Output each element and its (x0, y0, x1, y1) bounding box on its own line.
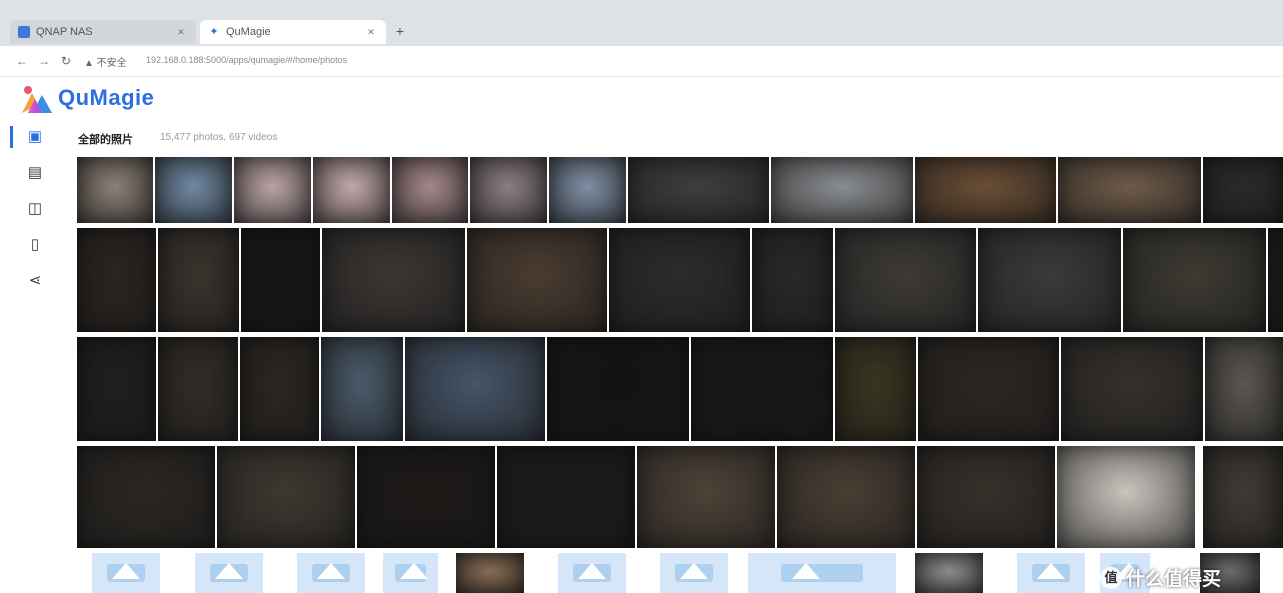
photo-thumbnail[interactable] (77, 228, 156, 332)
photo-thumbnail[interactable] (77, 446, 215, 548)
photo-placeholder-thumbnail[interactable] (1017, 553, 1085, 593)
photo-thumbnail[interactable] (1203, 157, 1283, 223)
photo-thumbnail[interactable] (467, 228, 607, 332)
photo-thumbnail[interactable] (549, 157, 626, 223)
photo-thumbnail[interactable] (609, 228, 750, 332)
photo-thumbnail[interactable] (155, 157, 232, 223)
photo-thumbnail[interactable] (321, 337, 403, 441)
photo-thumbnail[interactable] (918, 337, 1059, 441)
photo-thumbnail[interactable] (1203, 446, 1283, 548)
photo-thumbnail[interactable] (405, 337, 545, 441)
photo-thumbnail[interactable] (357, 446, 495, 548)
photo-thumbnail[interactable] (691, 337, 833, 441)
photo-placeholder-thumbnail[interactable] (748, 553, 896, 593)
photo-thumbnail[interactable] (322, 228, 465, 332)
album-count: 15,477 photos, 697 videos (160, 132, 278, 143)
photo-thumbnail[interactable] (547, 337, 689, 441)
photo-thumbnail[interactable] (917, 446, 1055, 548)
photo-thumbnail[interactable] (77, 337, 156, 441)
photo-thumbnail[interactable] (217, 446, 355, 548)
photo-thumbnail[interactable] (158, 228, 239, 332)
photo-thumbnail[interactable] (637, 446, 775, 548)
photo-thumbnail[interactable] (1268, 228, 1283, 332)
photo-thumbnail[interactable] (915, 157, 1056, 223)
photo-thumbnail[interactable] (1205, 337, 1283, 441)
photo-placeholder-thumbnail[interactable] (558, 553, 626, 593)
watermark-badge: 值 (1100, 566, 1122, 589)
photo-thumbnail[interactable] (392, 157, 468, 223)
photo-thumbnail[interactable] (1058, 157, 1201, 223)
photo-placeholder-thumbnail[interactable] (660, 553, 728, 593)
photo-thumbnail[interactable] (978, 228, 1121, 332)
photo-thumbnail[interactable] (1057, 446, 1195, 548)
photo-placeholder-thumbnail[interactable] (297, 553, 365, 593)
photo-thumbnail[interactable] (1061, 337, 1203, 441)
photo-thumbnail[interactable] (456, 553, 524, 593)
photo-thumbnail[interactable] (241, 228, 320, 332)
photo-thumbnail[interactable] (915, 553, 983, 593)
photo-thumbnail[interactable] (628, 157, 769, 223)
photo-placeholder-thumbnail[interactable] (195, 553, 263, 593)
watermark-text: 什么值得买 (1126, 569, 1222, 590)
watermark: 值 什么值得买 (1100, 562, 1283, 593)
photo-thumbnail[interactable] (835, 337, 916, 441)
photo-thumbnail[interactable] (777, 446, 915, 548)
photo-thumbnail[interactable] (771, 157, 913, 223)
photo-thumbnail[interactable] (1123, 228, 1266, 332)
photo-thumbnail[interactable] (497, 446, 635, 548)
photo-thumbnail[interactable] (77, 157, 153, 223)
album-title: 全部的照片 (78, 134, 133, 146)
photo-grid (0, 0, 1283, 593)
photo-thumbnail[interactable] (313, 157, 390, 223)
photo-thumbnail[interactable] (234, 157, 311, 223)
photo-placeholder-thumbnail[interactable] (92, 553, 160, 593)
photo-thumbnail[interactable] (158, 337, 238, 441)
photo-thumbnail[interactable] (470, 157, 547, 223)
photo-thumbnail[interactable] (240, 337, 319, 441)
photo-placeholder-thumbnail[interactable] (383, 553, 438, 593)
photo-thumbnail[interactable] (835, 228, 976, 332)
photo-thumbnail[interactable] (752, 228, 833, 332)
